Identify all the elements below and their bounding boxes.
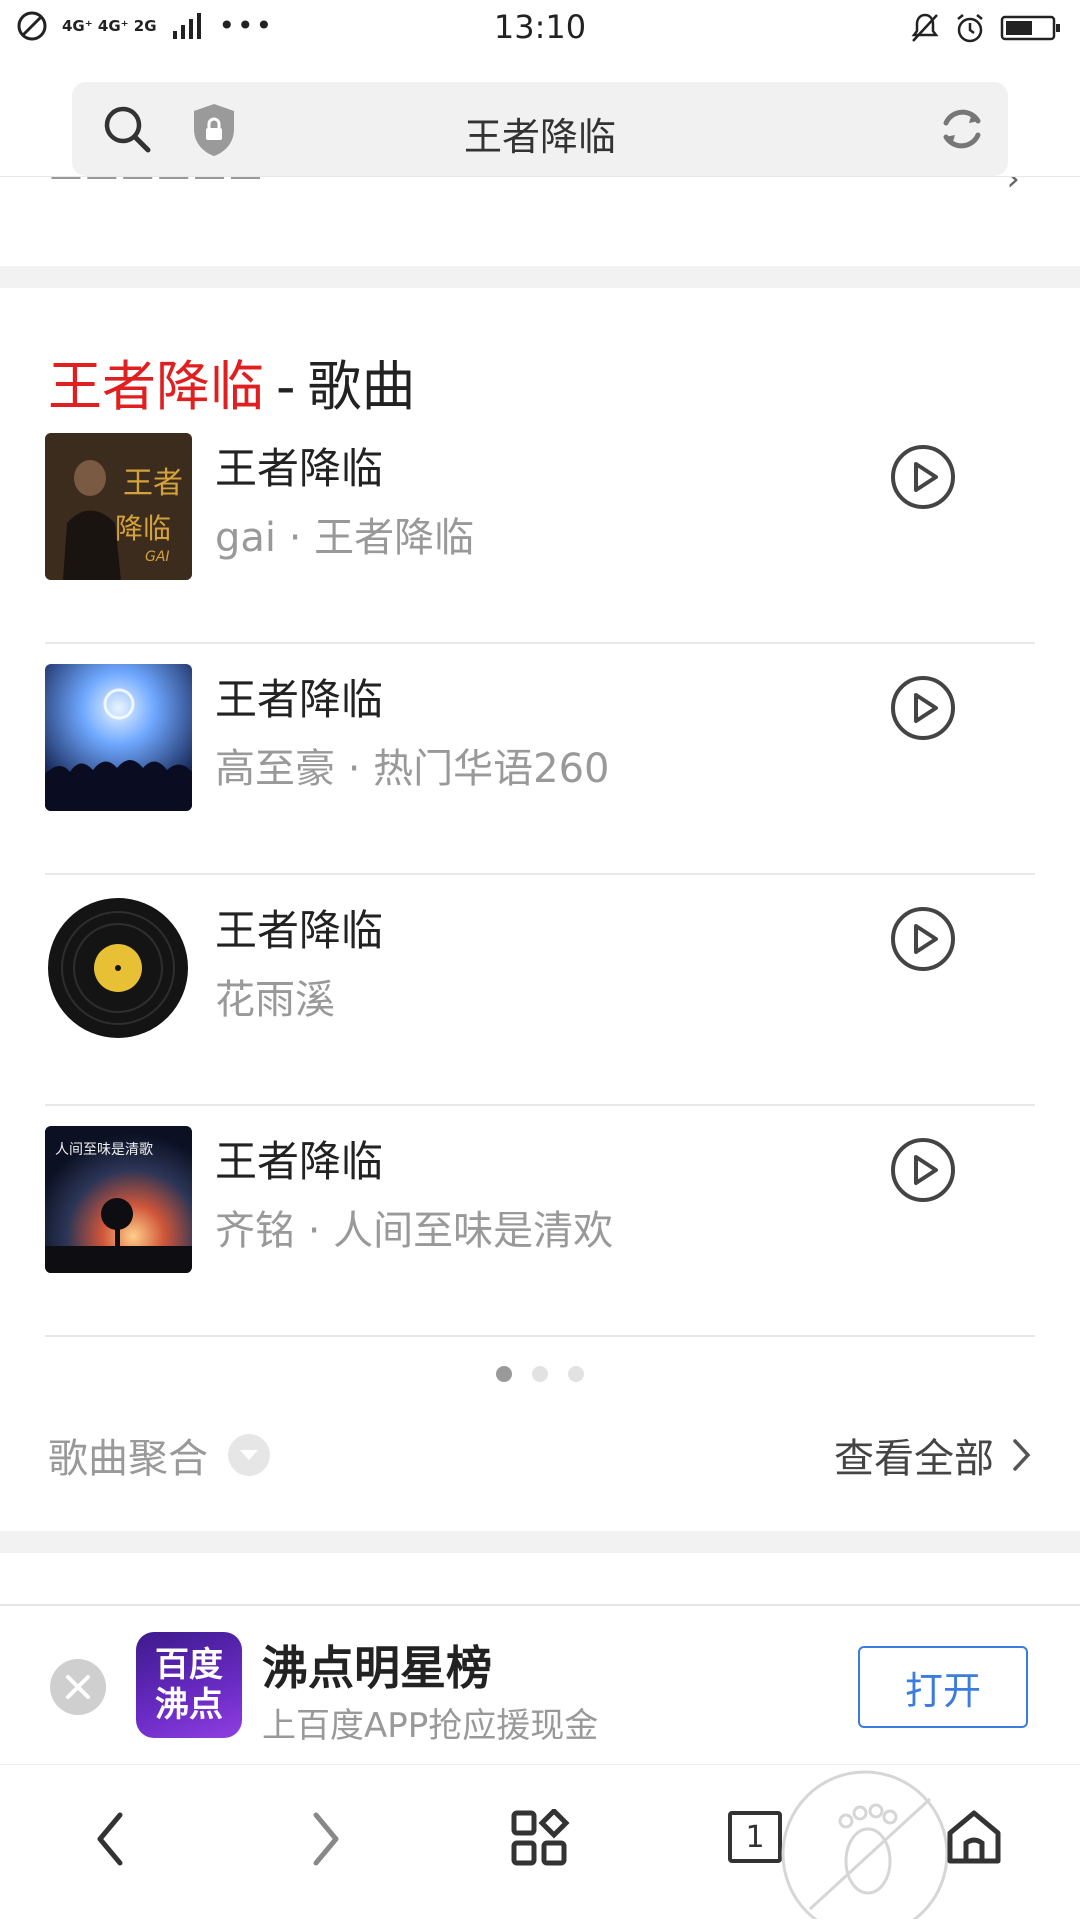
bell-muted-icon xyxy=(911,13,939,42)
close-banner-button[interactable] xyxy=(50,1659,106,1715)
cover-small-text: GAI xyxy=(145,549,170,565)
song-subtitle: 齐铭 · 人间至味是清欢 xyxy=(215,1208,614,1254)
logo-line-2: 沸点 xyxy=(155,1685,223,1725)
section-divider xyxy=(0,1531,1080,1553)
song-subtitle: 高至豪 · 热门华语260 xyxy=(215,746,610,792)
song-item[interactable]: 王者 降临 GAI 王者降临 gai · 王者降临 xyxy=(45,413,1035,644)
home-icon[interactable] xyxy=(944,1807,1004,1867)
refresh-icon[interactable] xyxy=(936,103,988,155)
search-query[interactable]: 王者降临 xyxy=(72,106,1008,161)
card-title-keyword: 王者降临 xyxy=(48,355,264,418)
apps-menu-icon[interactable] xyxy=(510,1809,570,1869)
song-item[interactable]: 人间至味是清歌 王者降临 齐铭 · 人间至味是清欢 xyxy=(45,1106,1035,1337)
album-cover[interactable]: 王者 降临 GAI xyxy=(45,433,192,580)
page-dot[interactable] xyxy=(532,1366,548,1382)
song-list: 王者 降临 GAI 王者降临 gai · 王者降临 王者降临 高至豪 · 热门华… xyxy=(45,413,1035,1337)
album-cover[interactable] xyxy=(45,664,192,811)
open-app-button[interactable]: 打开 xyxy=(858,1646,1028,1728)
status-bar: 4G⁺ 4G⁺ 2G ••• 13:10 xyxy=(0,0,1080,60)
logo-line-1: 百度 xyxy=(155,1645,223,1685)
song-item[interactable]: 王者降临 高至豪 · 热门华语260 xyxy=(45,644,1035,875)
no-trace-mode-icon[interactable] xyxy=(780,1769,950,1919)
section-divider xyxy=(0,266,1080,288)
svg-text:降临: 降临 xyxy=(115,512,171,545)
songs-card: 王者降临 - 歌曲 王者 降临 GAI 王者降临 gai · 王者降临 王者降临… xyxy=(0,288,1080,1531)
chevron-right-icon: › xyxy=(1006,176,1020,199)
dropdown-icon[interactable] xyxy=(228,1434,270,1476)
view-all-link[interactable]: 查看全部 xyxy=(834,1426,1032,1484)
app-promo-banner[interactable]: 百度 沸点 沸点明星榜 上百度APP抢应援现金 打开 xyxy=(0,1606,1080,1764)
previous-section-remnant: ▬▬▬▬▬▬ › xyxy=(0,176,1080,266)
page-dot[interactable] xyxy=(568,1366,584,1382)
battery-icon xyxy=(1000,15,1060,41)
aggregate-label: 歌曲聚合 xyxy=(48,1436,208,1482)
play-icon[interactable] xyxy=(889,674,957,742)
song-title: 王者降临 xyxy=(215,906,384,955)
banner-title: 沸点明星榜 xyxy=(262,1641,492,1695)
song-subtitle: gai · 王者降临 xyxy=(215,515,475,561)
page-dot-active[interactable] xyxy=(496,1366,512,1382)
tabs-button[interactable]: 1 xyxy=(728,1811,782,1863)
view-all-label: 查看全部 xyxy=(834,1436,994,1482)
baidu-app-logo[interactable]: 百度 沸点 xyxy=(136,1632,242,1738)
song-aggregate-toggle[interactable]: 歌曲聚合 xyxy=(48,1426,270,1484)
song-item[interactable]: 王者降临 花雨溪 xyxy=(45,875,1035,1106)
close-icon[interactable] xyxy=(64,1673,92,1701)
chevron-right-icon xyxy=(1013,1439,1031,1471)
play-icon[interactable] xyxy=(889,443,957,511)
play-icon[interactable] xyxy=(889,1136,957,1204)
album-cover[interactable]: 人间至味是清歌 xyxy=(45,1126,192,1273)
song-title: 王者降临 xyxy=(215,1137,384,1186)
search-bar[interactable]: 王者降临 xyxy=(72,82,1008,176)
previous-section-text: ▬▬▬▬▬▬ xyxy=(48,177,263,191)
play-icon[interactable] xyxy=(889,905,957,973)
page-indicator[interactable] xyxy=(0,1366,1080,1382)
bottom-navigation: 1 xyxy=(0,1764,1080,1920)
back-icon[interactable] xyxy=(92,1809,128,1869)
song-subtitle: 花雨溪 xyxy=(215,977,335,1023)
album-cover[interactable] xyxy=(45,895,192,1042)
song-title: 王者降临 xyxy=(215,444,384,493)
cover-calligraphy: 王者 xyxy=(123,466,183,501)
card-title[interactable]: 王者降临 - 歌曲 xyxy=(48,342,416,421)
banner-subtitle: 上百度APP抢应援现金 xyxy=(262,1706,599,1746)
forward-icon[interactable] xyxy=(308,1809,344,1869)
cover-title-text: 人间至味是清歌 xyxy=(55,1142,153,1158)
alarm-icon xyxy=(957,14,983,43)
card-title-category: 歌曲 xyxy=(307,355,416,418)
status-right xyxy=(910,12,1062,44)
card-title-separator: - xyxy=(276,355,296,418)
song-title: 王者降临 xyxy=(215,675,384,724)
